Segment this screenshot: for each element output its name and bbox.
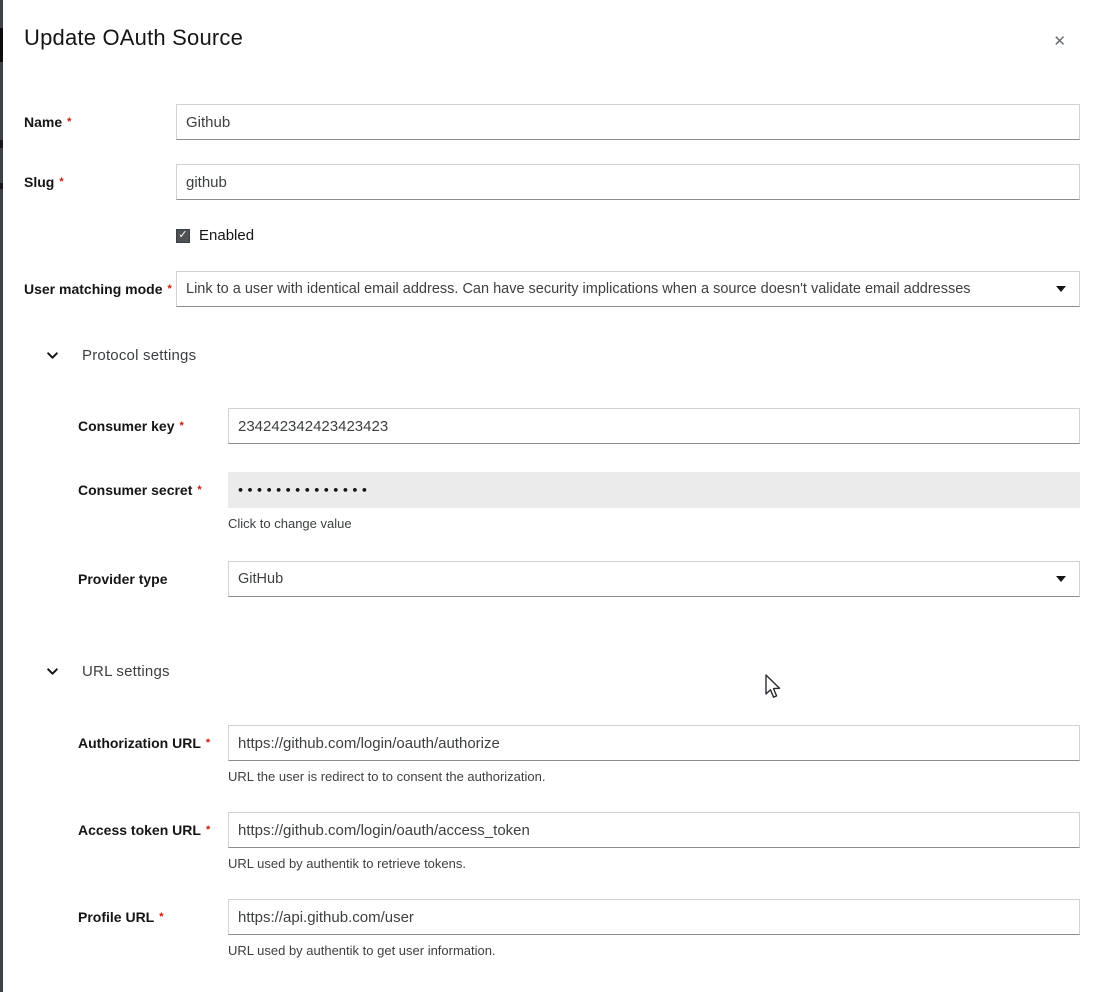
protocol-settings-group: Protocol settings Consumer key* Consumer… <box>24 347 1080 597</box>
protocol-settings-title: Protocol settings <box>82 347 196 364</box>
required-asterisk: * <box>167 283 171 295</box>
access-token-url-helper: URL used by authentik to retrieve tokens… <box>228 856 1080 872</box>
update-oauth-source-modal: Update OAuth Source ✕ Name* Slug* ✓ Enab… <box>0 0 1104 959</box>
profile-url-input[interactable] <box>228 899 1080 935</box>
modal-header: Update OAuth Source ✕ <box>24 0 1080 55</box>
consumer-secret-helper: Click to change value <box>228 516 1080 532</box>
user-matching-mode-select[interactable]: Link to a user with identical email addr… <box>176 271 1080 307</box>
slug-field-row: Slug* <box>24 164 1080 200</box>
enabled-checkbox[interactable]: ✓ <box>176 229 190 243</box>
profile-url-helper: URL used by authentik to get user inform… <box>228 943 1080 959</box>
protocol-settings-header: Protocol settings <box>24 347 1080 364</box>
modal-title: Update OAuth Source <box>24 24 243 52</box>
profile-url-label: Profile URL* <box>78 899 228 926</box>
app-edge-strip <box>0 0 3 992</box>
caret-down-icon <box>1056 576 1066 582</box>
access-token-url-label: Access token URL* <box>78 812 228 839</box>
slug-input[interactable] <box>176 164 1080 200</box>
consumer-secret-row: Consumer secret* •••••••••••••• Click to… <box>24 472 1080 532</box>
enabled-checkbox-label: Enabled <box>199 227 254 244</box>
close-icon[interactable]: ✕ <box>1047 28 1072 55</box>
provider-type-selected-value: GitHub <box>238 571 283 587</box>
authorization-url-input[interactable] <box>228 725 1080 761</box>
access-token-url-input[interactable] <box>228 812 1080 848</box>
check-icon: ✓ <box>178 230 187 241</box>
consumer-secret-input[interactable]: •••••••••••••• <box>228 472 1080 508</box>
profile-url-row: Profile URL* URL used by authentik to ge… <box>24 899 1080 959</box>
enabled-field-row: ✓ Enabled <box>176 227 1080 244</box>
authorization-url-row: Authorization URL* URL the user is redir… <box>24 725 1080 785</box>
consumer-key-label: Consumer key* <box>78 408 228 435</box>
required-asterisk: * <box>59 176 63 188</box>
consumer-key-row: Consumer key* <box>24 408 1080 444</box>
url-settings-header: URL settings <box>24 663 1080 680</box>
caret-down-icon <box>1056 286 1066 292</box>
slug-label: Slug* <box>24 164 176 191</box>
chevron-down-icon[interactable] <box>44 347 61 364</box>
user-matching-mode-selected-value: Link to a user with identical email addr… <box>186 281 971 297</box>
required-asterisk: * <box>159 911 163 923</box>
provider-type-select[interactable]: GitHub <box>228 561 1080 597</box>
provider-type-row: Provider type GitHub <box>24 561 1080 597</box>
name-label: Name* <box>24 104 176 131</box>
user-matching-mode-row: User matching mode* Link to a user with … <box>24 271 1080 307</box>
required-asterisk: * <box>197 484 201 496</box>
consumer-secret-masked-value: •••••••••••••• <box>237 485 370 496</box>
consumer-key-input[interactable] <box>228 408 1080 444</box>
app-edge-strip-dark-segment <box>0 28 3 62</box>
required-asterisk: * <box>206 737 210 749</box>
user-matching-mode-label: User matching mode* <box>24 271 176 298</box>
app-edge-strip-tick <box>0 183 3 189</box>
name-field-row: Name* <box>24 104 1080 140</box>
authorization-url-helper: URL the user is redirect to to consent t… <box>228 769 1080 785</box>
access-token-url-row: Access token URL* URL used by authentik … <box>24 812 1080 872</box>
required-asterisk: * <box>206 824 210 836</box>
chevron-down-icon[interactable] <box>44 663 61 680</box>
provider-type-label: Provider type <box>78 561 228 588</box>
app-edge-strip-tick <box>0 140 3 148</box>
url-settings-group: URL settings Authorization URL* URL the … <box>24 663 1080 959</box>
required-asterisk: * <box>179 420 183 432</box>
name-input[interactable] <box>176 104 1080 140</box>
required-asterisk: * <box>67 116 71 128</box>
consumer-secret-label: Consumer secret* <box>78 472 228 499</box>
authorization-url-label: Authorization URL* <box>78 725 228 752</box>
url-settings-title: URL settings <box>82 663 170 680</box>
